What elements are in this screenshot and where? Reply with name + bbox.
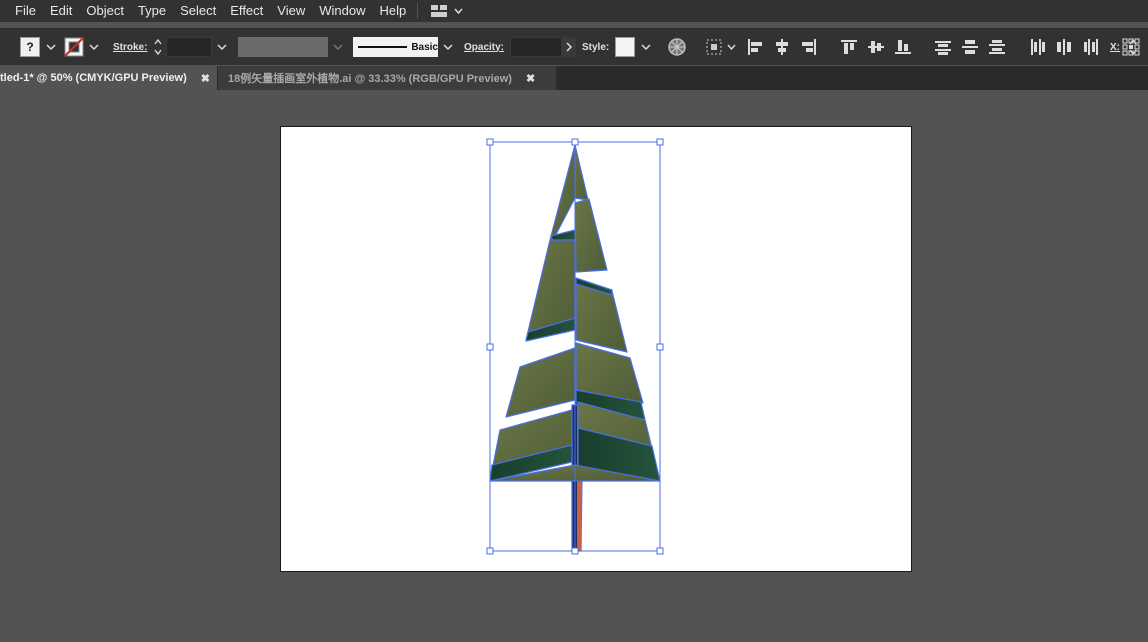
tree-left-tier-3[interactable] — [505, 347, 576, 418]
tree-top-right-segment[interactable] — [574, 144, 589, 201]
resize-handle[interactable] — [571, 547, 579, 555]
resize-handle[interactable] — [656, 343, 664, 351]
resize-handle[interactable] — [486, 547, 494, 555]
resize-handle[interactable] — [656, 547, 664, 555]
canvas-artwork — [486, 138, 664, 555]
tree-right-tier-1[interactable] — [574, 198, 608, 273]
resize-handle[interactable] — [656, 138, 664, 146]
resize-handle[interactable] — [486, 138, 494, 146]
resize-handle[interactable] — [571, 138, 579, 146]
tree-top-left-segment[interactable] — [549, 144, 576, 241]
resize-handle[interactable] — [486, 343, 494, 351]
